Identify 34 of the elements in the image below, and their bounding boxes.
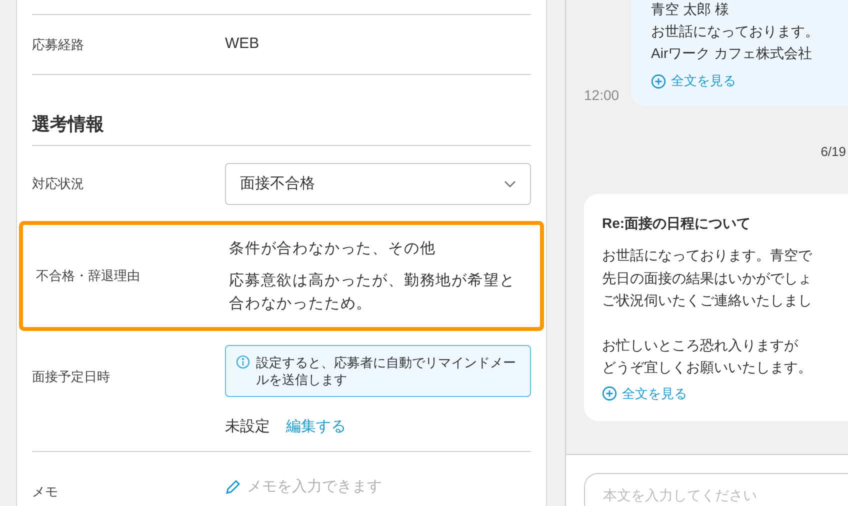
show-full-link[interactable]: 全文を見る: [651, 70, 736, 92]
message-line: お忙しいところ恐れ入りますが: [602, 336, 799, 354]
message-line: お世話になっております。: [651, 22, 820, 41]
message-input[interactable]: 本文を入力してください: [584, 473, 848, 506]
memo-field[interactable]: メモを入力できます: [225, 476, 382, 498]
message-time: 12:00: [584, 86, 617, 105]
message-line: ご状況伺いたくご連絡いたしまし: [602, 291, 813, 310]
reason-category: 条件が合わなかった、その他: [229, 239, 437, 259]
field-label: メモ: [32, 482, 59, 500]
reason-detail: 応募意欲は高かったが、勤務地が希望と合わなかったため。: [229, 271, 516, 314]
field-label: 面接予定日時: [32, 368, 111, 386]
field-label: 対応状況: [32, 175, 85, 194]
date-value: 未設定: [225, 417, 270, 437]
info-icon: [236, 355, 250, 369]
show-full-link[interactable]: 全文を見る: [602, 382, 687, 405]
section-title: 選考情報: [32, 75, 531, 146]
pencil-icon: [225, 478, 241, 495]
notice-text: 設定すると、応募者に自動でリマインドメールを送信します: [256, 354, 516, 388]
message-line: 先日の面接の結果はいかがでしょ: [602, 268, 813, 288]
message-line: Airワーク カフェ株式会社: [651, 44, 813, 63]
message-subject: Re:面接の日程について: [602, 214, 752, 232]
status-value: 面接不合格: [240, 174, 315, 194]
chevron-down-icon: [504, 180, 516, 188]
message-line: お世話になっております。青空で: [602, 246, 814, 265]
field-label: 応募経路: [32, 36, 85, 54]
plus-circle-icon: [651, 74, 666, 88]
date-divider: 6/19: [820, 143, 846, 161]
field-value: WEB: [225, 34, 260, 54]
edit-link[interactable]: 編集する: [286, 416, 346, 438]
message-line: どうぞ宜しくお願いいたします。: [602, 358, 813, 377]
field-label: 不合格・辞退理由: [36, 267, 141, 286]
message-line: 青空 太郎 様: [651, 0, 730, 19]
status-select[interactable]: 面接不合格: [225, 163, 531, 205]
plus-circle-icon: [602, 386, 617, 402]
